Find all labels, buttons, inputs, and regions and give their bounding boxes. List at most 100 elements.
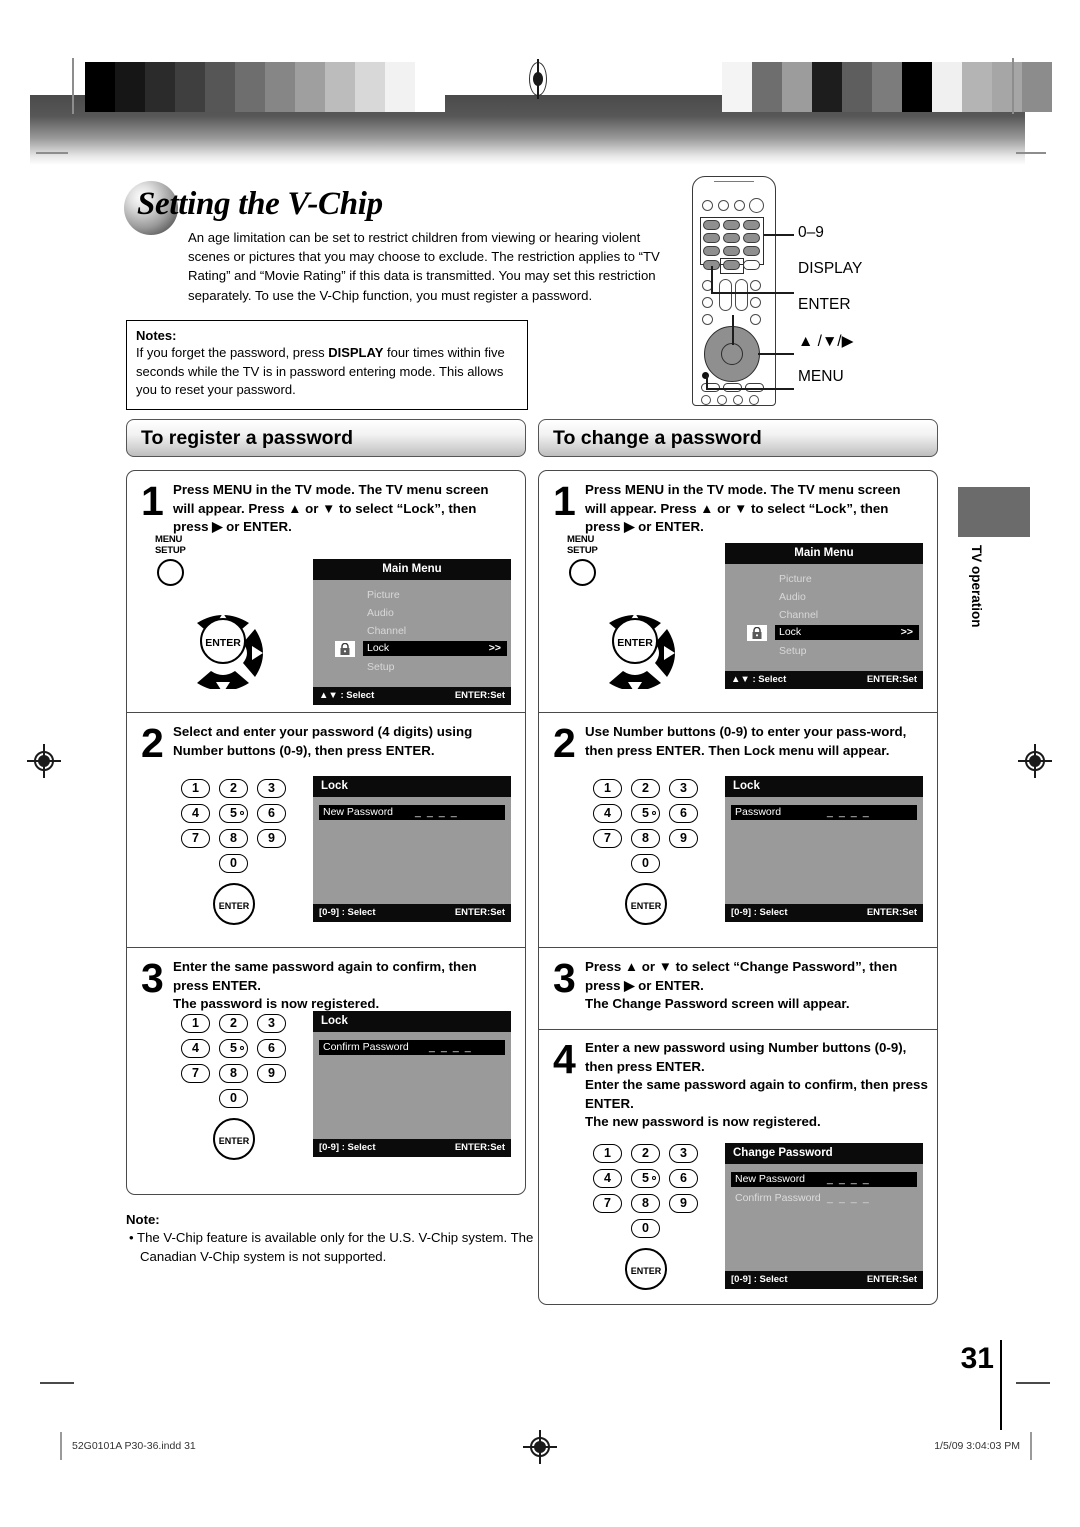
keypad-key-3[interactable]: 3 xyxy=(669,779,698,798)
page-title: Setting the V-Chip xyxy=(137,186,383,222)
menu-item-audio[interactable]: Audio xyxy=(367,606,394,621)
change-lock-password-body: Password _ _ _ _ xyxy=(725,797,923,904)
keypad-key-2[interactable]: 2 xyxy=(219,779,248,798)
keypad-enter-button[interactable]: ENTER xyxy=(213,883,255,925)
keypad-key-6[interactable]: 6 xyxy=(257,1039,286,1058)
register-lock-confirm-foot-right: ENTER:Set xyxy=(454,1142,505,1153)
menu-item-lock-selected[interactable]: Lock >> xyxy=(363,641,507,656)
keypad-key-0[interactable]: 0 xyxy=(631,1219,660,1238)
change-step-1-enter-center: ENTER xyxy=(612,618,658,664)
change-main-menu-body: Picture Audio Channel Lock >> Setup xyxy=(725,564,923,671)
keypad-key-2[interactable]: 2 xyxy=(219,1014,248,1033)
register-main-menu-foot-left: ▲▼ : Select xyxy=(319,690,375,701)
calibration-hairline-left xyxy=(36,152,68,154)
keypad-key-1[interactable]: 1 xyxy=(593,779,622,798)
remote-extra-button xyxy=(743,260,760,270)
registration-mark-left xyxy=(27,744,61,778)
keypad-key-9[interactable]: 9 xyxy=(257,829,286,848)
keypad-enter-button[interactable]: ENTER xyxy=(625,883,667,925)
keypad-key-6[interactable]: 6 xyxy=(669,1169,698,1188)
keypad-enter-button[interactable]: ENTER xyxy=(625,1248,667,1290)
field-password[interactable]: Password _ _ _ _ xyxy=(731,805,917,820)
keypad-key-0[interactable]: 0 xyxy=(631,854,660,873)
keypad-key-5[interactable]: 5 xyxy=(219,804,248,823)
menu-item-lock-selected[interactable]: Lock >> xyxy=(775,625,919,640)
change-password-footer: [0-9] : Select ENTER:Set xyxy=(725,1271,923,1289)
change-password-foot-right: ENTER:Set xyxy=(866,1274,917,1285)
change-password-foot-left: [0-9] : Select xyxy=(731,1274,788,1285)
keypad-key-5[interactable]: 5 xyxy=(631,804,660,823)
side-tab-block xyxy=(958,487,1030,537)
notes-emphasis-display: DISPLAY xyxy=(328,345,384,360)
callout-label-enter: ENTER xyxy=(798,296,851,313)
keypad-key-6[interactable]: 6 xyxy=(669,804,698,823)
keypad-key-0[interactable]: 0 xyxy=(219,854,248,873)
keypad-key-8[interactable]: 8 xyxy=(219,1064,248,1083)
callout-leader-enter xyxy=(732,315,734,345)
keypad-key-7[interactable]: 7 xyxy=(181,829,210,848)
register-main-menu-screen: Main Menu Picture Audio Channel Lock >> … xyxy=(313,559,511,705)
change-main-menu-screen: Main Menu Picture Audio Channel Lock >> … xyxy=(725,543,923,689)
keypad-enter-button[interactable]: ENTER xyxy=(213,1118,255,1160)
remote-side-button-5 xyxy=(750,297,761,308)
remote-side-button-2 xyxy=(702,297,713,308)
change-step-3-text: Press ▲ or ▼ to select “Change Password”… xyxy=(585,959,898,1011)
crop-mark-right xyxy=(1016,1382,1050,1384)
menu-item-picture[interactable]: Picture xyxy=(779,572,812,587)
section-header-register-label: To register a password xyxy=(141,426,354,449)
menu-item-channel[interactable]: Channel xyxy=(367,624,406,639)
keypad-key-5[interactable]: 5 xyxy=(219,1039,248,1058)
keypad-key-7[interactable]: 7 xyxy=(181,1064,210,1083)
keypad-key-2[interactable]: 2 xyxy=(631,1144,660,1163)
keypad-key-8[interactable]: 8 xyxy=(631,1194,660,1213)
field-change-new-password[interactable]: New Password _ _ _ _ xyxy=(731,1172,917,1187)
keypad-key-9[interactable]: 9 xyxy=(669,829,698,848)
keypad-key-1[interactable]: 1 xyxy=(593,1144,622,1163)
menu-item-setup[interactable]: Setup xyxy=(779,644,806,659)
menu-label-line1: MENU xyxy=(567,534,595,545)
keypad-key-1[interactable]: 1 xyxy=(181,779,210,798)
change-lock-password-foot-left: [0-9] : Select xyxy=(731,907,788,918)
keypad-key-8[interactable]: 8 xyxy=(631,829,660,848)
menu-item-picture[interactable]: Picture xyxy=(367,588,400,603)
menu-item-setup[interactable]: Setup xyxy=(367,660,394,675)
callout-label-arrows: ▲ /▼/▶ xyxy=(798,333,854,350)
keypad-key-2[interactable]: 2 xyxy=(631,779,660,798)
change-step-1-text: Press MENU in the TV mode. The TV menu s… xyxy=(585,482,901,534)
keypad-key-5[interactable]: 5 xyxy=(631,1169,660,1188)
keypad-key-8[interactable]: 8 xyxy=(219,829,248,848)
keypad-key-9[interactable]: 9 xyxy=(669,1194,698,1213)
keypad-key-4[interactable]: 4 xyxy=(181,1039,210,1058)
calibration-swatches-right xyxy=(722,62,1052,112)
lock-icon-svg xyxy=(340,642,350,655)
remote-bottom-button-4 xyxy=(749,395,759,405)
keypad-key-7[interactable]: 7 xyxy=(593,1194,622,1213)
keypad-key-4[interactable]: 4 xyxy=(181,804,210,823)
field-change-confirm-password[interactable]: Confirm Password _ _ _ _ xyxy=(731,1191,917,1206)
register-step-1-menu-setup-label: MENU SETUP xyxy=(155,534,186,556)
callout-leader-display-h xyxy=(711,292,794,294)
menu-item-channel[interactable]: Channel xyxy=(779,608,818,623)
keypad-key-6[interactable]: 6 xyxy=(257,804,286,823)
keypad-key-4[interactable]: 4 xyxy=(593,804,622,823)
register-lock-new-password-screen: Lock New Password _ _ _ _ [0-9] : Select… xyxy=(313,776,511,922)
keypad-key-5-label: 5 xyxy=(642,806,649,820)
field-confirm-password[interactable]: Confirm Password _ _ _ _ xyxy=(319,1040,505,1055)
keypad-key-1[interactable]: 1 xyxy=(181,1014,210,1033)
keypad-key-3[interactable]: 3 xyxy=(257,1014,286,1033)
notes-title: Notes: xyxy=(136,328,177,343)
menu-item-audio[interactable]: Audio xyxy=(779,590,806,605)
remote-volume-rocker xyxy=(735,279,748,311)
field-new-password[interactable]: New Password _ _ _ _ xyxy=(319,805,505,820)
keypad-key-0[interactable]: 0 xyxy=(219,1089,248,1108)
registration-mark-right xyxy=(1018,744,1052,778)
keypad-key-4[interactable]: 4 xyxy=(593,1169,622,1188)
keypad-key-9[interactable]: 9 xyxy=(257,1064,286,1083)
change-main-menu-foot-left: ▲▼ : Select xyxy=(731,674,787,685)
keypad-key-3[interactable]: 3 xyxy=(669,1144,698,1163)
side-tab-label: TV operation xyxy=(969,545,984,628)
keypad-key-7[interactable]: 7 xyxy=(593,829,622,848)
calibration-tick-left xyxy=(72,58,74,114)
change-lock-password-title: Lock xyxy=(725,776,923,797)
keypad-key-3[interactable]: 3 xyxy=(257,779,286,798)
